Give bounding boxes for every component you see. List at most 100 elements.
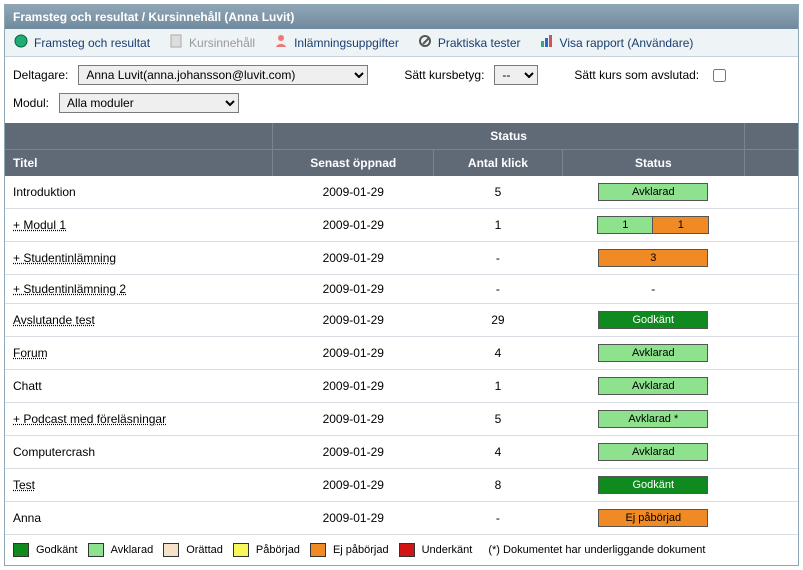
status-badge: Avklarad	[598, 443, 708, 461]
col-header-blank	[5, 123, 273, 150]
toolbar-progress-icon	[13, 33, 29, 52]
row-opened: 2009-01-29	[273, 370, 434, 403]
row-opened: 2009-01-29	[273, 304, 434, 337]
legend-swatch	[13, 543, 29, 557]
grade-label: Sätt kursbetyg:	[404, 68, 484, 82]
completed-label: Sätt kurs som avslutad:	[574, 68, 699, 82]
table-row: Computercrash2009-01-294Avklarad	[5, 436, 798, 469]
status-badge: Avklarad	[598, 377, 708, 395]
completed-checkbox[interactable]	[713, 69, 726, 82]
legend-item: Ej påbörjad	[310, 543, 389, 557]
toolbar-content-label: Kursinnehåll	[189, 36, 255, 50]
table-row: + Podcast med föreläsningar2009-01-295Av…	[5, 403, 798, 436]
table-row: + Studentinlämning 2009-01-29- 3	[5, 242, 798, 275]
participant-select[interactable]: Anna Luvit(anna.johansson@luvit.com)	[78, 65, 368, 85]
legend-swatch	[88, 543, 104, 557]
row-clicks: 5	[434, 176, 563, 209]
table-row: + Studentinlämning 22009-01-29--	[5, 275, 798, 304]
legend-item: Påbörjad	[233, 543, 300, 557]
row-opened: 2009-01-29	[273, 275, 434, 304]
toolbar-tests-icon	[417, 33, 433, 52]
row-opened: 2009-01-29	[273, 209, 434, 242]
row-clicks: 5	[434, 403, 563, 436]
grade-select[interactable]: --	[494, 65, 538, 85]
col-header-status: Status	[562, 150, 744, 177]
row-title[interactable]: Avslutande test	[13, 313, 95, 327]
row-clicks: 29	[434, 304, 563, 337]
status-badge: Godkänt	[598, 476, 708, 494]
col-header-opened: Senast öppnad	[273, 150, 434, 177]
legend-note: (*) Dokumentet har underliggande dokumen…	[488, 544, 705, 556]
toolbar-tests[interactable]: Praktiska tester	[417, 33, 521, 52]
table-row: + Modul 12009-01-29111	[5, 209, 798, 242]
row-clicks: -	[434, 275, 563, 304]
row-opened: 2009-01-29	[273, 337, 434, 370]
row-clicks: -	[434, 242, 563, 275]
row-title[interactable]: + Podcast med föreläsningar	[13, 412, 166, 426]
row-title[interactable]: Test	[13, 478, 35, 492]
row-status-cell: Godkänt	[562, 469, 744, 502]
toolbar: Framsteg och resultat Kursinnehåll Inlämni…	[5, 29, 798, 57]
super-header-status: Status	[273, 123, 745, 150]
row-status-cell: Avklarad	[562, 370, 744, 403]
row-clicks: -	[434, 502, 563, 535]
legend-swatch	[310, 543, 326, 557]
row-opened: 2009-01-29	[273, 469, 434, 502]
toolbar-report-icon	[539, 33, 555, 52]
toolbar-progress-label: Framsteg och resultat	[34, 36, 150, 50]
legend-item: Avklarad	[88, 543, 154, 557]
row-title[interactable]: Forum	[13, 346, 48, 360]
toolbar-content-icon	[168, 33, 184, 52]
toolbar-report[interactable]: Visa rapport (Användare)	[539, 33, 694, 52]
row-title: Anna	[13, 511, 41, 525]
table-row: Avslutande test 2009-01-2929Godkänt	[5, 304, 798, 337]
row-title[interactable]: + Modul 1	[13, 218, 66, 232]
filter-row-1: Deltagare: Anna Luvit(anna.johansson@luv…	[5, 57, 798, 93]
panel-title: Framsteg och resultat / Kursinnehåll (An…	[5, 5, 798, 29]
status-badge: Avklarad	[598, 183, 708, 201]
module-select[interactable]: Alla moduler	[59, 93, 239, 113]
row-status-cell: Avklarad	[562, 337, 744, 370]
status-badge: Avklarad	[598, 344, 708, 362]
legend-item: Underkänt	[399, 543, 473, 557]
legend-label: Avklarad	[111, 544, 154, 556]
legend-label: Ej påbörjad	[333, 544, 389, 556]
row-status-cell: Godkänt	[562, 304, 744, 337]
row-title: Introduktion	[13, 185, 76, 199]
participant-label: Deltagare:	[13, 68, 68, 82]
module-label: Modul:	[13, 96, 49, 110]
row-opened: 2009-01-29	[273, 436, 434, 469]
row-opened: 2009-01-29	[273, 242, 434, 275]
row-status-cell: Avklarad	[562, 176, 744, 209]
toolbar-submissions-icon	[273, 33, 289, 52]
table-row: Introduktion2009-01-295Avklarad	[5, 176, 798, 209]
legend-swatch	[163, 543, 179, 557]
status-badge: Avklarad *	[598, 410, 708, 428]
row-title[interactable]: + Studentinlämning	[13, 251, 116, 265]
legend-label: Underkänt	[422, 544, 473, 556]
table-row: Forum2009-01-294Avklarad	[5, 337, 798, 370]
row-clicks: 1	[434, 370, 563, 403]
legend: Godkänt Avklarad Orättad Påbörjad Ej påbörja…	[5, 535, 798, 565]
main-panel: Framsteg och resultat / Kursinnehåll (An…	[4, 4, 799, 566]
filter-row-2: Modul: Alla moduler	[5, 93, 798, 121]
row-clicks: 8	[434, 469, 563, 502]
legend-item: Orättad	[163, 543, 223, 557]
col-header-title: Titel	[5, 150, 273, 177]
legend-label: Påbörjad	[256, 544, 300, 556]
legend-label: Orättad	[186, 544, 223, 556]
table-row: Chatt2009-01-291Avklarad	[5, 370, 798, 403]
row-clicks: 4	[434, 436, 563, 469]
row-status-cell: Avklarad	[562, 436, 744, 469]
row-title[interactable]: + Studentinlämning 2	[13, 282, 126, 296]
table-row: Test 2009-01-298 Godkänt	[5, 469, 798, 502]
row-clicks: 1	[434, 209, 563, 242]
status-badge: 3	[598, 249, 708, 267]
col-header-clicks: Antal klick	[434, 150, 563, 177]
toolbar-progress[interactable]: Framsteg och resultat	[13, 33, 150, 52]
toolbar-submissions[interactable]: Inlämningsuppgifter	[273, 33, 399, 52]
row-status-cell: Avklarad *	[562, 403, 744, 436]
legend-label: Godkänt	[36, 544, 78, 556]
row-status-cell: -	[562, 275, 744, 304]
status-split: 11	[597, 216, 709, 234]
